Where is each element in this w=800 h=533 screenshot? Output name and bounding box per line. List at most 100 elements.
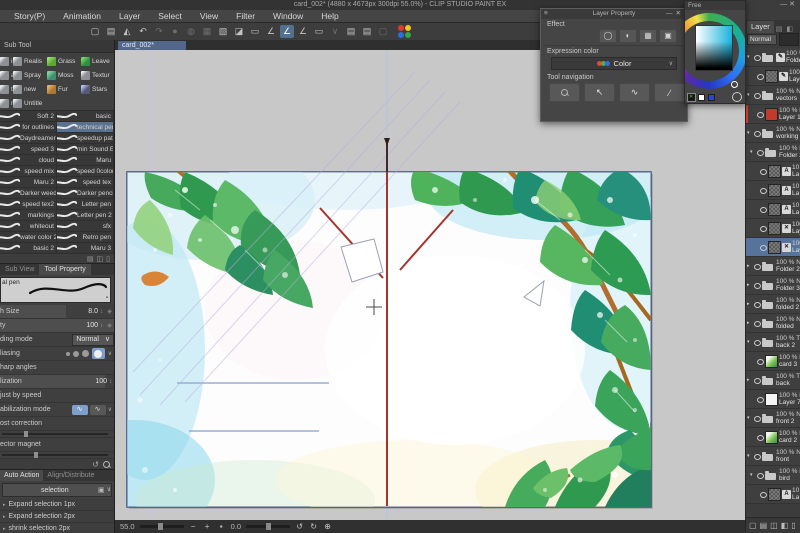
layer-row[interactable]: ▾ 100 % Nor front: [746, 447, 800, 466]
layer-thumbnail[interactable]: [768, 240, 781, 254]
layer-row[interactable]: A 10 La: [746, 485, 800, 504]
transparent-color-icon[interactable]: [732, 92, 742, 102]
toolbar-icon[interactable]: ∠: [280, 25, 294, 38]
new-layer-icon[interactable]: ▢: [749, 521, 757, 530]
brush-size-value[interactable]: 8.0: [88, 308, 98, 315]
visibility-eye-icon[interactable]: [753, 53, 762, 62]
zoom-slider[interactable]: [139, 523, 184, 530]
layer-row[interactable]: ▸ 100 % Nor folded 2: [746, 295, 800, 314]
layer-row[interactable]: ▾ 100 % Nor front 2: [746, 409, 800, 428]
brush-size-spinner[interactable]: ↕: [98, 309, 105, 315]
tab-align-distribute[interactable]: Align/Distribute: [43, 470, 98, 481]
toolbar-icon[interactable]: ▭: [312, 25, 326, 38]
stabilization-mode-a-button[interactable]: ∿: [71, 404, 88, 415]
stabilization-value[interactable]: 100: [95, 378, 107, 385]
layer-thumbnail[interactable]: [768, 487, 781, 501]
layer-thumbnail[interactable]: [762, 317, 775, 330]
layer-thumbnail[interactable]: [768, 183, 781, 197]
toolbar-icon[interactable]: ●: [168, 25, 182, 38]
visibility-eye-icon[interactable]: [753, 452, 762, 461]
layer-row[interactable]: ▾ 100 % Thr back 2: [746, 333, 800, 352]
zoom-tool-button[interactable]: [549, 83, 580, 102]
layer-mask-icon[interactable]: ◧: [781, 521, 789, 530]
menu-item[interactable]: Select: [149, 11, 191, 21]
layer-row[interactable]: ▾ 100 % N Folder 2: [746, 143, 800, 162]
visibility-eye-icon[interactable]: [756, 110, 765, 119]
copy-subtool-icon[interactable]: ▤: [87, 255, 94, 263]
vector-magnet-slider[interactable]: [0, 452, 114, 459]
caret-right-icon[interactable]: ▸: [3, 502, 6, 508]
blending-mode-dropdown[interactable]: Normal ∨: [72, 333, 114, 346]
anti-aliasing-strong-selected[interactable]: [91, 348, 105, 359]
brush-item[interactable]: Darker pencil: [57, 188, 114, 199]
layer-row[interactable]: ▾ 100 % Nor vectors: [746, 86, 800, 105]
brush-item[interactable]: sfx: [57, 221, 114, 232]
brush-tool-button[interactable]: ∿: [619, 83, 650, 102]
sub-tool-item[interactable]: Stars: [81, 82, 113, 96]
zoom-out-button[interactable]: −: [189, 522, 198, 531]
visibility-eye-icon[interactable]: [756, 72, 765, 81]
visibility-eye-icon[interactable]: [756, 433, 765, 442]
sub-color-swatch[interactable]: [698, 93, 705, 101]
menu-item[interactable]: Help: [312, 11, 347, 21]
layer-thumbnail[interactable]: [765, 469, 778, 482]
toolbar-icon[interactable]: ∠: [264, 25, 278, 38]
brush-item[interactable]: basic: [57, 111, 114, 122]
tab-tool-property[interactable]: Tool Property: [39, 264, 91, 275]
layer-row[interactable]: ▾ ✎ 100 % Folde: [746, 48, 800, 67]
layer-row[interactable]: ▸ 100 % Thr back: [746, 371, 800, 390]
fit-screen-button[interactable]: ▪: [217, 522, 226, 531]
toolbar-icon[interactable]: ∨: [328, 25, 342, 38]
toolbar-icon[interactable]: ▢: [88, 25, 102, 38]
brush-item[interactable]: Maru 2: [0, 177, 57, 188]
toolbar-icon[interactable]: ↶: [136, 25, 150, 38]
auto-action-item[interactable]: ▸ shrink selection 2px: [0, 523, 114, 533]
sub-tool-item[interactable]: Realis: [13, 54, 47, 68]
layer-thumbnail[interactable]: [762, 89, 775, 102]
main-color-swatch[interactable]: [687, 92, 696, 102]
layer-thumbnail[interactable]: [762, 279, 775, 292]
sub-tool-item[interactable]: Untitle: [13, 96, 47, 110]
layer-row[interactable]: 100 % Nor Layer 10 2: [746, 105, 800, 124]
menu-item[interactable]: Story(P): [5, 11, 54, 21]
layer-row[interactable]: ▸ 100 % N Folder 2: [746, 257, 800, 276]
layer-thumbnail[interactable]: [762, 298, 775, 311]
layer-row[interactable]: A 10 La: [746, 181, 800, 200]
anti-aliasing-options[interactable]: ∨: [65, 347, 114, 360]
brush-item[interactable]: speed 3: [0, 144, 57, 155]
sub-tool-item[interactable]: mic: [0, 96, 13, 110]
brush-item[interactable]: water color 2: [0, 232, 57, 243]
history-color-swatch[interactable]: [708, 93, 715, 101]
sub-tool-item[interactable]: new: [13, 82, 47, 96]
layer-row[interactable]: ▸ 100 % Nor folded: [746, 314, 800, 333]
layer-row[interactable]: ✕ 100 Laye: [746, 238, 800, 257]
menu-item[interactable]: Layer: [110, 11, 149, 21]
toolbar-icon[interactable]: ▤: [344, 25, 358, 38]
toolbar-icon[interactable]: ▤: [104, 25, 118, 38]
close-button[interactable]: ✕: [789, 1, 797, 8]
brush-item[interactable]: min Sound Effects: [57, 144, 114, 155]
visibility-eye-icon[interactable]: [756, 395, 765, 404]
brush-item[interactable]: Maru: [57, 155, 114, 166]
menu-item[interactable]: Window: [264, 11, 312, 21]
caret-right-icon[interactable]: ▸: [3, 526, 6, 532]
visibility-eye-icon[interactable]: [759, 167, 768, 176]
tab-sub-view[interactable]: Sub View: [0, 264, 39, 275]
visibility-eye-icon[interactable]: [753, 414, 762, 423]
color-panel-title[interactable]: Free: [685, 1, 745, 10]
toolbar-icon[interactable]: ◪: [232, 25, 246, 38]
sub-tool-item[interactable]: Grass: [47, 54, 81, 68]
stabilization-spinner[interactable]: ↕: [107, 379, 114, 385]
brush-item[interactable]: Retro pen: [57, 232, 114, 243]
layer-thumbnail[interactable]: [762, 374, 775, 387]
visibility-eye-icon[interactable]: [753, 319, 762, 328]
panel-menu-icon[interactable]: ≡: [544, 9, 548, 19]
toolbar-icon[interactable]: ▧: [216, 25, 230, 38]
sub-tool-item[interactable]: Spray: [13, 68, 47, 82]
visibility-eye-icon[interactable]: [753, 129, 762, 138]
visibility-eye-icon[interactable]: [759, 490, 768, 499]
auto-action-item[interactable]: ▸ Expand selection 2px: [0, 511, 114, 523]
menu-item[interactable]: View: [191, 11, 227, 21]
layer-thumbnail[interactable]: [765, 69, 778, 83]
layer-row[interactable]: ▾ 100 % N bird: [746, 466, 800, 485]
